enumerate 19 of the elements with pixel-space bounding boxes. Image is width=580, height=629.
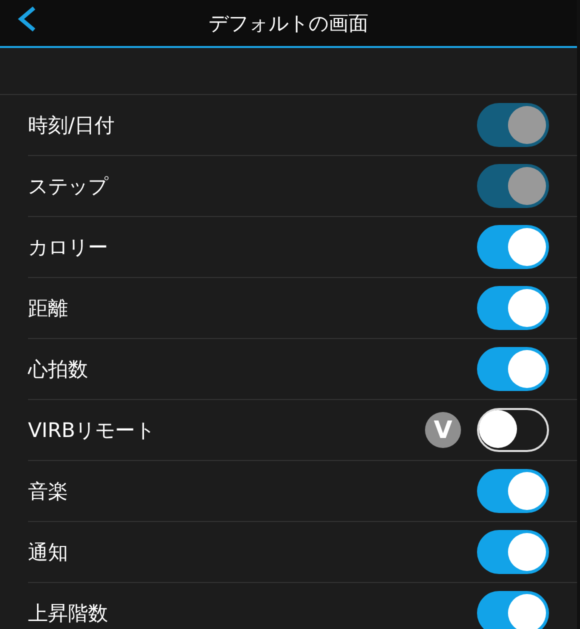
setting-label: 時刻/日付 — [28, 114, 116, 136]
toggle-switch[interactable] — [477, 225, 549, 269]
toggle-switch[interactable] — [477, 408, 549, 452]
toggle-switch[interactable] — [477, 530, 549, 574]
setting-label: 音楽 — [28, 480, 69, 502]
screen-title: デフォルトの画面 — [208, 10, 368, 36]
toggle-switch[interactable] — [477, 347, 549, 391]
setting-label: 上昇階数 — [28, 602, 109, 624]
toggle-switch[interactable] — [477, 469, 549, 513]
setting-label: カロリー — [28, 236, 109, 258]
setting-label: 心拍数 — [28, 358, 89, 380]
setting-label: ステップ — [28, 175, 110, 197]
setting-label: VIRBリモート — [28, 419, 156, 441]
toggle-switch[interactable] — [477, 591, 549, 629]
setting-label: 距離 — [28, 297, 69, 319]
logo-badge: V — [425, 412, 461, 448]
toggle-switch[interactable] — [477, 286, 549, 330]
setting-label: 通知 — [28, 541, 69, 563]
back-icon[interactable] — [16, 6, 38, 32]
